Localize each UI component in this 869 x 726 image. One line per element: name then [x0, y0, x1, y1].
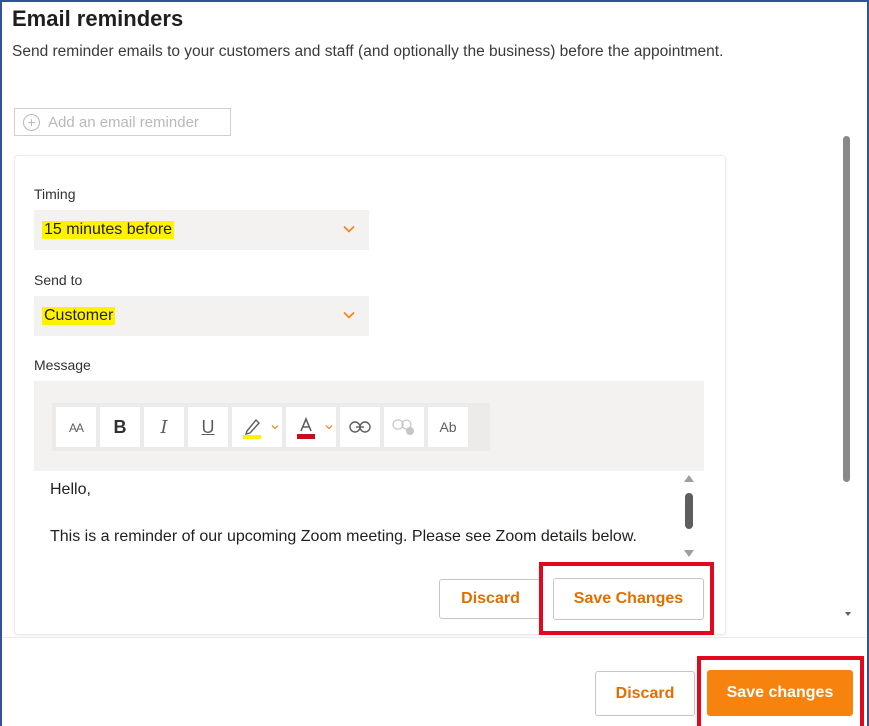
italic-icon: I [160, 416, 168, 438]
send-to-label: Send to [34, 272, 83, 288]
bold-button[interactable]: B [100, 407, 140, 447]
add-email-reminder-button[interactable]: + Add an email reminder [14, 108, 231, 136]
message-line-greeting: Hello, [50, 481, 91, 498]
send-to-value: Customer [42, 307, 116, 325]
link-icon [349, 421, 371, 433]
chevron-down-icon [343, 225, 355, 233]
add-email-reminder-label: Add an email reminder [48, 113, 199, 131]
scroll-down-arrow-icon[interactable] [845, 612, 851, 616]
underline-icon: U [201, 416, 215, 437]
link-button[interactable] [340, 407, 380, 447]
editor-toolbar-area: AA B I U Ab [34, 381, 704, 471]
timing-select[interactable]: 15 minutes before [34, 210, 369, 250]
editor-toolbar: AA B I U Ab [52, 403, 490, 451]
message-line-body: This is a reminder of our upcoming Zoom … [50, 528, 637, 545]
reminder-discard-button[interactable]: Discard [439, 579, 542, 619]
send-to-select[interactable]: Customer [34, 296, 369, 336]
chevron-down-icon [325, 425, 333, 430]
italic-button[interactable]: I [144, 407, 184, 447]
page-description: Send reminder emails to your customers a… [12, 43, 724, 60]
scroll-up-arrow-icon[interactable] [684, 475, 694, 482]
font-size-button[interactable]: AA [56, 407, 96, 447]
highlight-icon [243, 418, 261, 439]
annotation-highlight-box [697, 656, 864, 726]
plus-circle-icon: + [23, 113, 40, 131]
font-size-icon: AA [68, 420, 84, 435]
clear-format-button[interactable]: Ab [428, 407, 468, 447]
clear-format-icon: Ab [439, 419, 457, 435]
message-editor[interactable]: Hello, This is a reminder of our upcomin… [34, 471, 704, 566]
scroll-down-arrow-icon[interactable] [684, 550, 694, 557]
footer-divider [2, 637, 867, 638]
chevron-down-icon [271, 425, 279, 430]
scroll-thumb[interactable] [685, 493, 693, 529]
unlink-button[interactable] [384, 407, 424, 447]
timing-value: 15 minutes before [42, 221, 175, 239]
timing-label: Timing [34, 186, 76, 202]
page-title: Email reminders [12, 6, 184, 31]
chevron-down-icon [343, 311, 355, 319]
unlink-icon [392, 419, 414, 435]
underline-button[interactable]: U [188, 407, 228, 447]
footer-discard-button[interactable]: Discard [595, 671, 695, 716]
message-label: Message [34, 357, 91, 373]
annotation-highlight-box [539, 562, 714, 635]
font-color-button[interactable] [286, 407, 336, 447]
highlight-button[interactable] [232, 407, 282, 447]
page-scrollbar-thumb[interactable] [843, 136, 850, 482]
font-color-icon [297, 416, 315, 439]
editor-scrollbar[interactable] [684, 475, 696, 557]
bold-icon: B [113, 416, 127, 437]
